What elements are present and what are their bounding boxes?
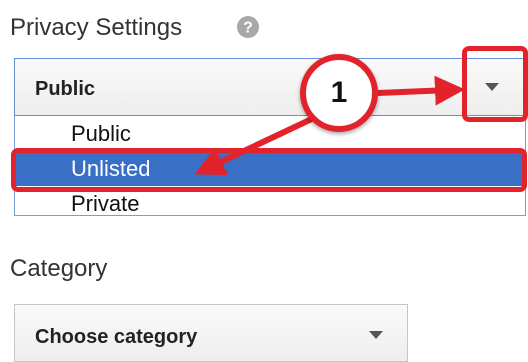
help-icon[interactable]: ?	[236, 15, 260, 39]
category-selected-value: Choose category	[35, 326, 198, 348]
option-public[interactable]: Public	[15, 118, 525, 150]
privacy-options-list: Public Unlisted Private	[14, 116, 526, 216]
option-unlisted[interactable]: Unlisted	[15, 152, 525, 186]
privacy-settings-title: Privacy Settings	[10, 14, 183, 41]
option-private[interactable]: Private	[15, 188, 525, 220]
category-title: Category	[10, 255, 108, 282]
step-number-marker: 1	[300, 54, 378, 132]
option-public-label: Public	[71, 121, 131, 146]
option-unlisted-label: Unlisted	[71, 156, 151, 181]
category-select[interactable]: Choose category	[14, 304, 408, 362]
dropdown-arrow-icon[interactable]	[485, 83, 499, 91]
svg-text:?: ?	[243, 20, 253, 37]
dropdown-arrow-icon[interactable]	[369, 331, 383, 339]
privacy-selected-value: Public	[35, 78, 96, 100]
privacy-select[interactable]: Public	[14, 58, 524, 116]
option-private-label: Private	[71, 191, 140, 216]
